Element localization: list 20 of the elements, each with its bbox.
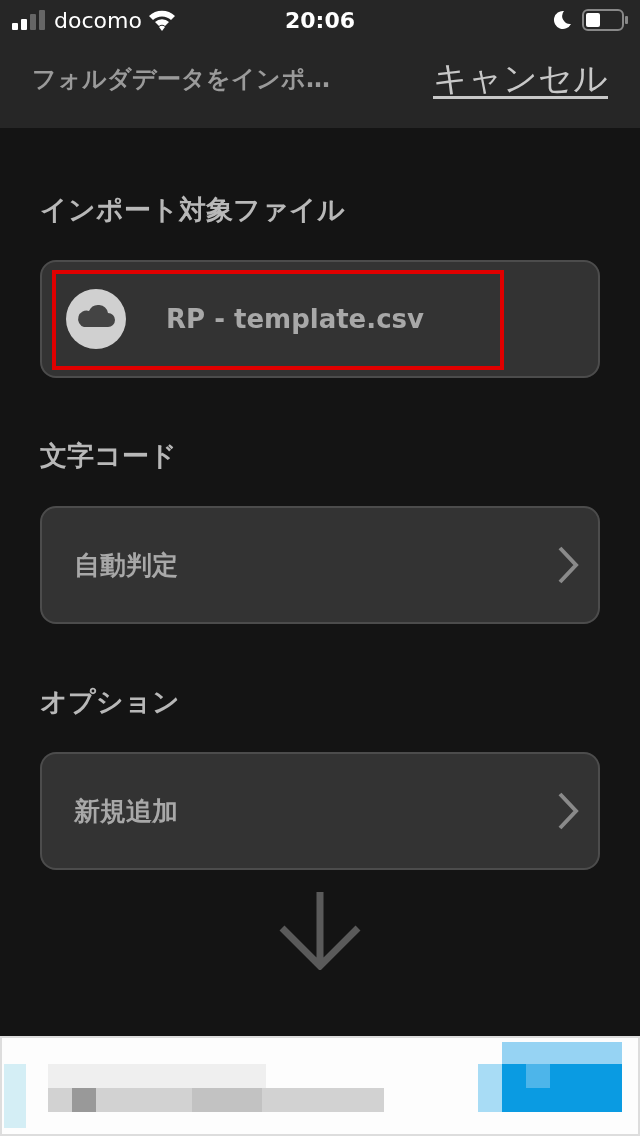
chevron-right-icon: [556, 545, 580, 585]
select-row[interactable]: 新規追加: [40, 752, 600, 870]
carrier-name: docomo: [54, 7, 142, 33]
section-label: オプション: [40, 685, 181, 719]
clock-time: 20:06: [285, 7, 355, 33]
down-arrow-icon: [278, 890, 362, 970]
section-label: インポート対象ファイル: [40, 193, 346, 227]
select-row[interactable]: 自動判定: [40, 506, 600, 624]
wifi-icon: [147, 9, 176, 31]
cancel-link[interactable]: キャンセル: [433, 56, 608, 102]
cloud-icon: [66, 289, 126, 349]
nav-title: フォルダデータをインポ…: [32, 64, 330, 95]
selected-value: 新規追加: [74, 794, 179, 828]
battery-icon: [582, 9, 628, 31]
file-name: RP - template.csv: [166, 304, 425, 334]
section-label: 文字コード: [40, 439, 178, 473]
signal-icon: [12, 10, 46, 30]
chevron-right-icon: [556, 791, 580, 831]
moon-icon: [552, 10, 572, 30]
selected-value: 自動判定: [74, 548, 179, 582]
